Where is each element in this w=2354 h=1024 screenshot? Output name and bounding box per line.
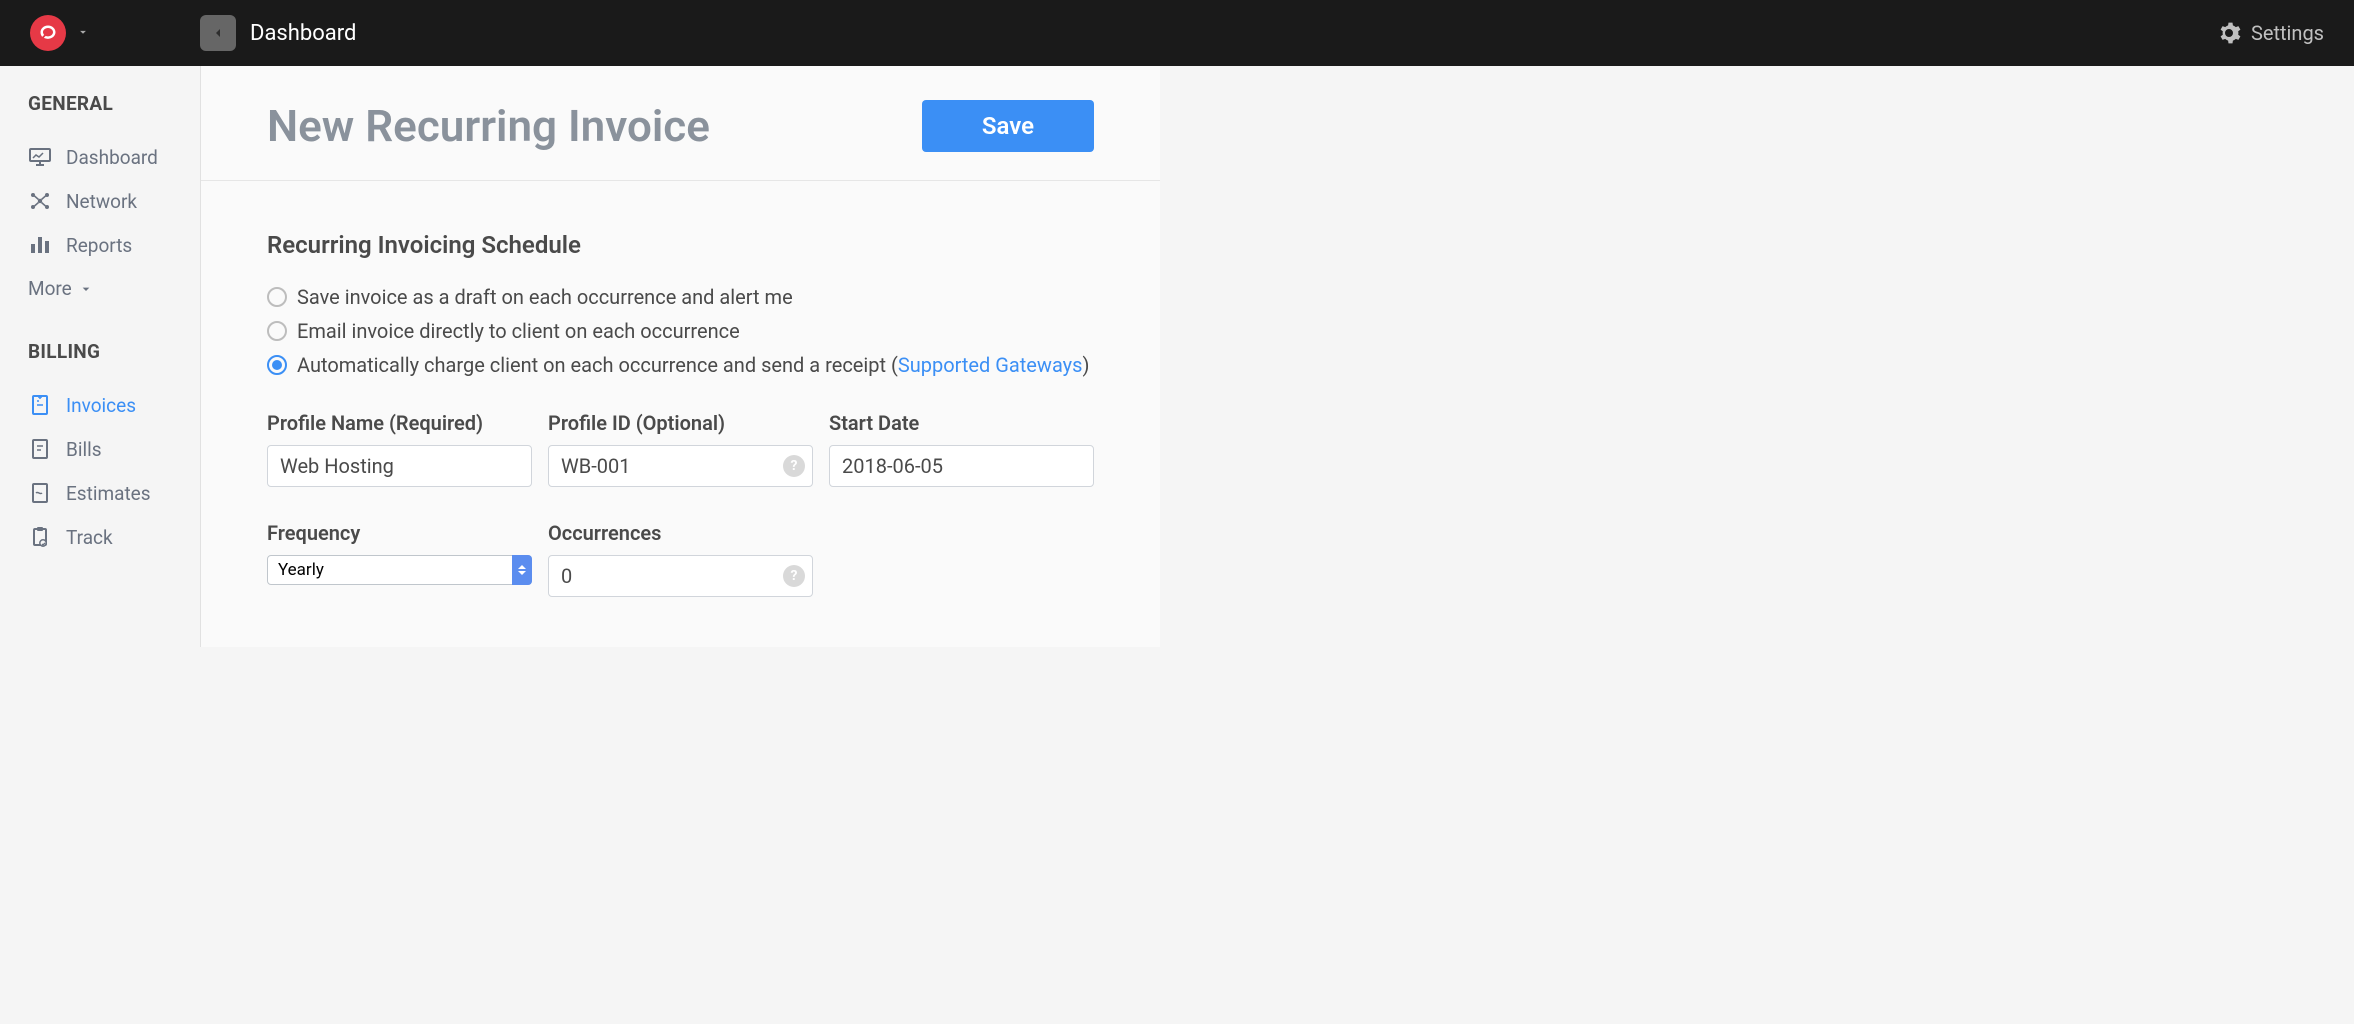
- sidebar-item-track[interactable]: Track: [28, 515, 200, 559]
- start-date-label: Start Date: [829, 411, 1094, 435]
- chevron-down-icon: [78, 281, 94, 297]
- sidebar-item-label: Reports: [66, 234, 132, 257]
- sidebar-heading-billing: BILLING: [28, 340, 200, 363]
- radio-charge-text-post: ): [1082, 353, 1089, 377]
- start-date-input[interactable]: [829, 445, 1094, 487]
- profile-name-input[interactable]: [267, 445, 532, 487]
- sidebar: GENERAL Dashboard Network Reports More B…: [0, 66, 200, 647]
- help-icon[interactable]: ?: [783, 565, 805, 587]
- settings-label: Settings: [2251, 21, 2324, 45]
- network-icon: [28, 189, 52, 213]
- logo-area: [30, 15, 200, 51]
- profile-name-label: Profile Name (Required): [267, 411, 532, 435]
- sidebar-item-label: Dashboard: [66, 146, 158, 169]
- radio-row-email[interactable]: Email invoice directly to client on each…: [267, 319, 1094, 343]
- section-title-schedule: Recurring Invoicing Schedule: [267, 231, 1094, 259]
- profile-id-input[interactable]: [548, 445, 813, 487]
- settings-button[interactable]: Settings: [2217, 21, 2324, 45]
- topbar: Dashboard Settings: [0, 0, 2354, 66]
- radio-label-draft: Save invoice as a draft on each occurren…: [297, 285, 793, 309]
- bar-chart-icon: [28, 233, 52, 257]
- sidebar-item-estimates[interactable]: Estimates: [28, 471, 200, 515]
- bill-icon: [28, 437, 52, 461]
- profile-id-label: Profile ID (Optional): [548, 411, 813, 435]
- breadcrumb-area: Dashboard: [200, 15, 356, 51]
- occurrences-input[interactable]: [548, 555, 813, 597]
- sidebar-item-label: Bills: [66, 438, 102, 461]
- sidebar-item-label: Invoices: [66, 394, 136, 417]
- help-icon[interactable]: ?: [783, 455, 805, 477]
- page-title: New Recurring Invoice: [267, 100, 710, 152]
- sidebar-item-dashboard[interactable]: Dashboard: [28, 135, 200, 179]
- sidebar-item-bills[interactable]: Bills: [28, 427, 200, 471]
- sidebar-item-network[interactable]: Network: [28, 179, 200, 223]
- page-header: New Recurring Invoice Save: [201, 66, 1160, 181]
- logo-swirl-icon: [38, 23, 58, 43]
- breadcrumb-label[interactable]: Dashboard: [250, 21, 356, 46]
- radio-charge-text-pre: Automatically charge client on each occu…: [297, 353, 898, 377]
- app-logo[interactable]: [30, 15, 66, 51]
- radio-label-charge: Automatically charge client on each occu…: [297, 353, 1089, 377]
- radio-label-email: Email invoice directly to client on each…: [297, 319, 740, 343]
- sidebar-more[interactable]: More: [28, 267, 200, 300]
- sidebar-item-label: Network: [66, 190, 137, 213]
- sidebar-more-label: More: [28, 277, 72, 300]
- content: Recurring Invoicing Schedule Save invoic…: [201, 181, 1160, 647]
- occurrences-label: Occurrences: [548, 521, 813, 545]
- radio-draft[interactable]: [267, 287, 287, 307]
- sidebar-item-label: Estimates: [66, 482, 151, 505]
- radio-email[interactable]: [267, 321, 287, 341]
- radio-row-draft[interactable]: Save invoice as a draft on each occurren…: [267, 285, 1094, 309]
- sidebar-heading-general: GENERAL: [28, 92, 200, 115]
- back-button[interactable]: [200, 15, 236, 51]
- supported-gateways-link[interactable]: Supported Gateways: [898, 353, 1083, 377]
- frequency-select[interactable]: Yearly: [267, 555, 532, 585]
- gear-icon: [2217, 21, 2241, 45]
- save-button[interactable]: Save: [922, 100, 1094, 152]
- logo-caret-icon[interactable]: [76, 24, 90, 43]
- estimate-icon: [28, 481, 52, 505]
- clipboard-icon: [28, 525, 52, 549]
- monitor-icon: [28, 145, 52, 169]
- sidebar-item-label: Track: [66, 526, 113, 549]
- radio-charge[interactable]: [267, 355, 287, 375]
- invoice-icon: [28, 393, 52, 417]
- chevron-left-icon: [210, 25, 226, 41]
- sidebar-item-reports[interactable]: Reports: [28, 223, 200, 267]
- frequency-label: Frequency: [267, 521, 532, 545]
- main-panel: New Recurring Invoice Save Recurring Inv…: [200, 66, 1160, 647]
- radio-row-charge[interactable]: Automatically charge client on each occu…: [267, 353, 1094, 377]
- sidebar-item-invoices[interactable]: Invoices: [28, 383, 200, 427]
